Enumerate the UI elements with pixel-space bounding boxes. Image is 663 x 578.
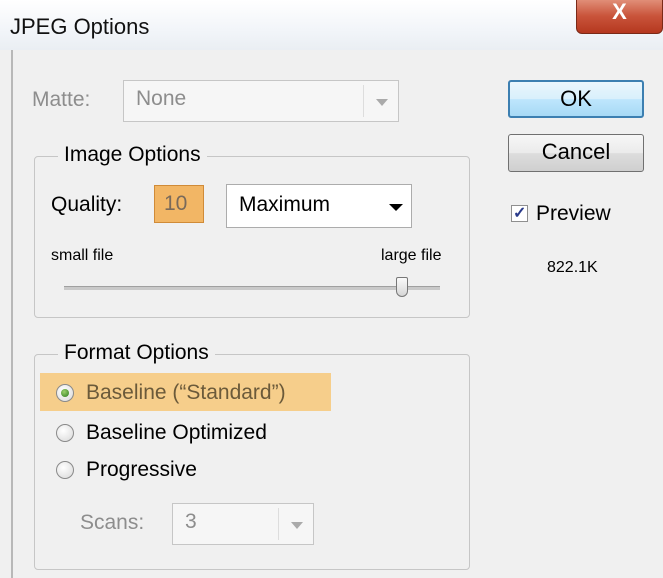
- checkmark-icon: ✓: [513, 205, 527, 222]
- chevron-down-icon: [279, 504, 313, 544]
- small-file-label: small file: [51, 247, 114, 264]
- quality-value: 10: [164, 192, 188, 215]
- ok-button[interactable]: OK: [508, 80, 644, 118]
- matte-label: Matte:: [32, 88, 91, 111]
- cancel-button-label: Cancel: [541, 139, 611, 164]
- preview-label[interactable]: Preview: [536, 202, 611, 226]
- scans-label: Scans:: [80, 511, 145, 534]
- cancel-button[interactable]: Cancel: [508, 134, 644, 172]
- progressive-radio[interactable]: [56, 461, 74, 479]
- progressive-label[interactable]: Progressive: [86, 458, 197, 482]
- dialog-title: JPEG Options: [10, 14, 150, 39]
- title-bar: JPEG Options X: [0, 0, 663, 50]
- baseline-optimized-radio[interactable]: [56, 424, 74, 442]
- scans-value: 3: [185, 510, 197, 533]
- close-icon: X: [612, 0, 627, 24]
- quality-preset-dropdown[interactable]: Maximum: [226, 184, 412, 228]
- file-size-readout: 822.1K: [547, 259, 598, 276]
- quality-slider-track[interactable]: [64, 286, 440, 290]
- chevron-down-icon: [377, 185, 411, 227]
- matte-dropdown[interactable]: None: [123, 80, 399, 122]
- quality-label: Quality:: [51, 193, 123, 216]
- baseline-label[interactable]: Baseline (“Standard”): [86, 381, 286, 405]
- quality-preset-value: Maximum: [239, 193, 331, 216]
- chevron-down-icon: [364, 81, 398, 121]
- window-frame-left: [11, 50, 13, 578]
- quality-slider-thumb[interactable]: [396, 277, 409, 297]
- close-button[interactable]: X: [576, 0, 663, 34]
- image-options-legend: Image Options: [58, 143, 207, 167]
- baseline-optimized-label[interactable]: Baseline Optimized: [86, 421, 267, 445]
- preview-checkbox[interactable]: ✓: [511, 205, 528, 222]
- large-file-label: large file: [381, 247, 442, 264]
- format-options-legend: Format Options: [58, 341, 215, 365]
- scans-dropdown[interactable]: 3: [172, 503, 314, 545]
- ok-button-label: OK: [560, 86, 592, 111]
- matte-value: None: [136, 87, 187, 110]
- baseline-radio[interactable]: [56, 384, 74, 402]
- quality-input[interactable]: 10: [154, 185, 204, 223]
